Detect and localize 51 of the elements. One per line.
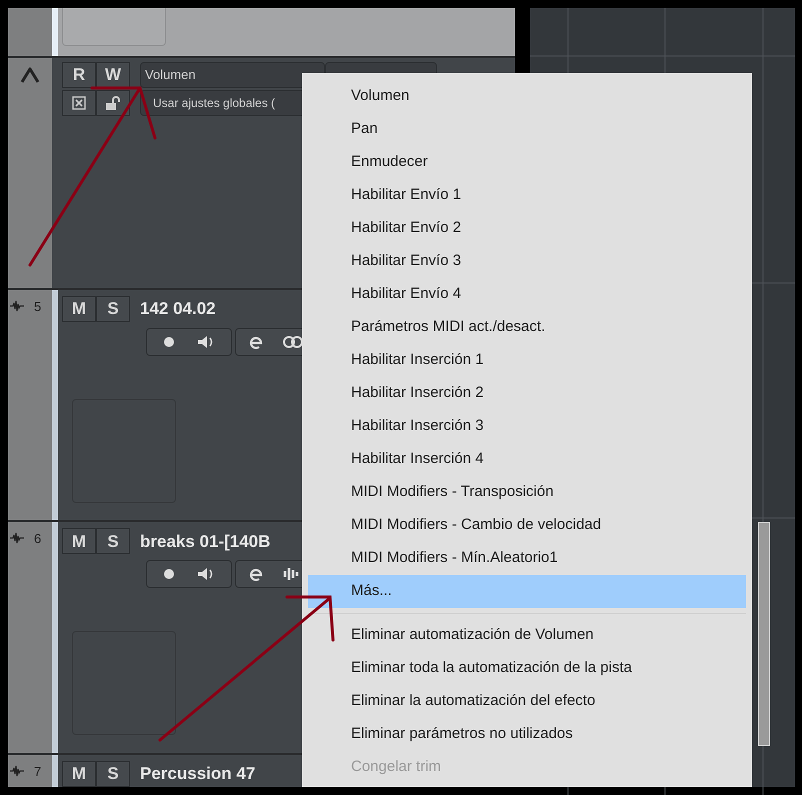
- menu-item[interactable]: Eliminar la automatización del efecto: [308, 685, 746, 718]
- menu-item[interactable]: Eliminar automatización de Volumen: [308, 619, 746, 652]
- menu-item[interactable]: Habilitar Envío 1: [308, 179, 746, 212]
- menu-item: Congelar trim: [350, 757, 442, 778]
- menu-item[interactable]: Habilitar Inserción 4: [308, 443, 746, 476]
- waveform-icon: [10, 300, 24, 312]
- menu-item[interactable]: Pan: [308, 113, 746, 146]
- edit-icon[interactable]: [248, 566, 264, 582]
- mute-button[interactable]: M: [62, 528, 96, 554]
- link-icon[interactable]: [282, 336, 304, 348]
- write-button[interactable]: W: [96, 62, 130, 88]
- speaker-icon[interactable]: [197, 567, 215, 582]
- lock-button[interactable]: [96, 90, 130, 116]
- waveform-icon: [10, 532, 24, 544]
- waveform-icon[interactable]: [282, 566, 300, 582]
- menu-item[interactable]: Más...: [308, 575, 746, 608]
- menu-item[interactable]: Enmudecer: [308, 146, 746, 179]
- track-number: 7: [34, 765, 42, 778]
- menu-item[interactable]: Eliminar parámetros no utilizados: [308, 718, 746, 751]
- menu-item[interactable]: Habilitar Envío 4: [308, 278, 746, 311]
- menu-item[interactable]: Habilitar Inserción 2: [308, 377, 746, 410]
- read-button[interactable]: R: [62, 62, 96, 88]
- parameter-dropdown[interactable]: Volumen: [140, 62, 325, 88]
- menu-item[interactable]: Eliminar toda la automatización de la pista: [308, 652, 746, 685]
- menu-item[interactable]: MIDI Modifiers - Cambio de velocidad: [308, 509, 746, 542]
- menu-item[interactable]: MIDI Modifiers - Transposición: [308, 476, 746, 509]
- solo-button[interactable]: S: [96, 296, 130, 322]
- mute-button[interactable]: M: [62, 296, 96, 322]
- track-number: 5: [34, 300, 42, 313]
- record-icon[interactable]: [163, 336, 175, 348]
- speaker-icon[interactable]: [197, 334, 215, 349]
- menu-item[interactable]: Habilitar Inserción 1: [308, 344, 746, 377]
- menu-item[interactable]: Habilitar Envío 2: [308, 212, 746, 245]
- solo-button[interactable]: S: [96, 528, 130, 554]
- track-name: Percussion 47: [140, 763, 256, 786]
- automation-icon: [20, 66, 40, 84]
- track-name: 142 04.02: [140, 298, 216, 320]
- solo-button[interactable]: S: [96, 761, 130, 787]
- mute-button[interactable]: M: [62, 761, 96, 787]
- scrollbar[interactable]: [758, 522, 770, 746]
- menu-item[interactable]: Habilitar Envío 3: [308, 245, 746, 278]
- record-icon[interactable]: [163, 568, 175, 580]
- track-number: 6: [34, 532, 42, 546]
- track-name: breaks 01-[140B: [140, 530, 270, 553]
- close-button[interactable]: [62, 90, 96, 116]
- waveform-icon: [10, 765, 24, 777]
- close-icon: [72, 96, 86, 110]
- menu-item[interactable]: Habilitar Inserción 3: [308, 410, 746, 443]
- menu-item[interactable]: MIDI Modifiers - Mín.Aleatorio1: [308, 542, 746, 575]
- menu-item[interactable]: Parámetros MIDI act./desact.: [308, 311, 746, 344]
- unlock-icon: [105, 94, 121, 111]
